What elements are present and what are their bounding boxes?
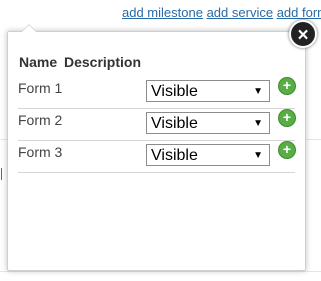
visibility-value: Visible bbox=[151, 115, 198, 132]
visibility-select[interactable]: Visible ▼ bbox=[146, 144, 270, 166]
add-service-link[interactable]: add service bbox=[207, 5, 273, 20]
visibility-select[interactable]: Visible ▼ bbox=[146, 80, 270, 102]
bg-text-cursor bbox=[1, 168, 2, 180]
form-name: Form 3 bbox=[18, 144, 63, 160]
bg-divider bbox=[0, 271, 321, 272]
form-row: Form 2 Visible ▼ + bbox=[18, 108, 296, 141]
add-form-link[interactable]: add form bbox=[277, 5, 321, 20]
add-icon[interactable]: + bbox=[278, 109, 296, 127]
form-visibility-popover: Name Description Form 1 Visible ▼ + Form… bbox=[7, 24, 306, 271]
close-icon[interactable]: × bbox=[289, 20, 317, 48]
add-icon[interactable]: + bbox=[278, 77, 296, 95]
chevron-down-icon: ▼ bbox=[253, 86, 263, 97]
visibility-value: Visible bbox=[151, 147, 198, 164]
top-links: add milestone add service add form bbox=[122, 5, 321, 20]
form-name: Form 2 bbox=[18, 112, 63, 128]
column-header-name: Name bbox=[19, 54, 58, 70]
chevron-down-icon: ▼ bbox=[253, 150, 263, 161]
visibility-value: Visible bbox=[151, 83, 198, 100]
add-milestone-link[interactable]: add milestone bbox=[122, 5, 203, 20]
form-row: Form 3 Visible ▼ + bbox=[18, 140, 296, 173]
column-header-description: Description bbox=[64, 54, 142, 70]
add-icon[interactable]: + bbox=[278, 141, 296, 159]
visibility-select[interactable]: Visible ▼ bbox=[146, 112, 270, 134]
chevron-down-icon: ▼ bbox=[253, 118, 263, 129]
form-name: Form 1 bbox=[18, 80, 63, 96]
form-row: Form 1 Visible ▼ + bbox=[18, 76, 296, 109]
